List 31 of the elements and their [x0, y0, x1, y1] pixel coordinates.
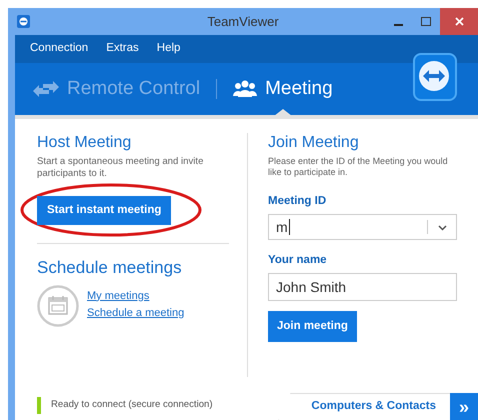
link[interactable]: Schedule a meeting: [87, 304, 184, 322]
maximize-icon: [421, 17, 431, 26]
tab[interactable]: Meeting: [233, 74, 333, 104]
computers-contacts-tab[interactable]: Computers & Contacts: [278, 393, 450, 420]
minimize-icon: [394, 24, 402, 26]
menu-item[interactable]: Connection: [30, 40, 88, 58]
menu-item[interactable]: Help: [156, 40, 180, 58]
status-text: Ready to connect (secure connection): [51, 398, 213, 412]
field-label: Your name: [268, 252, 328, 268]
start-meeting-button[interactable]: Start instant meeting: [37, 196, 172, 226]
field-label: Meeting ID: [268, 194, 328, 209]
app-icon: [17, 15, 30, 28]
menu-item[interactable]: Extras: [106, 40, 139, 58]
description-text: Start a spontaneous meeting and invite participants to it.: [37, 156, 204, 180]
calendar-icon: [37, 284, 79, 327]
name-field[interactable]: John Smith: [268, 273, 457, 302]
section-title: Host Meeting: [37, 133, 132, 152]
logo-icon: [412, 52, 458, 102]
description-text: Please enter the ID of the Meeting you would like to participate in.: [268, 156, 448, 179]
arrows-icon: [33, 81, 59, 97]
meeting-id-combobox[interactable]: m: [268, 214, 457, 240]
people-icon: [233, 80, 258, 98]
close-button[interactable]: [440, 8, 478, 35]
expand-button[interactable]: »: [450, 393, 478, 420]
link[interactable]: My meetings: [87, 288, 184, 305]
section-title: Join Meeting: [268, 133, 360, 152]
dropdown-icon[interactable]: [438, 224, 447, 231]
close-icon: [454, 17, 464, 26]
window-title: TeamViewer: [207, 12, 279, 31]
section-title: Schedule meetings: [37, 258, 183, 279]
join-meeting-button[interactable]: Join meeting: [268, 311, 357, 342]
